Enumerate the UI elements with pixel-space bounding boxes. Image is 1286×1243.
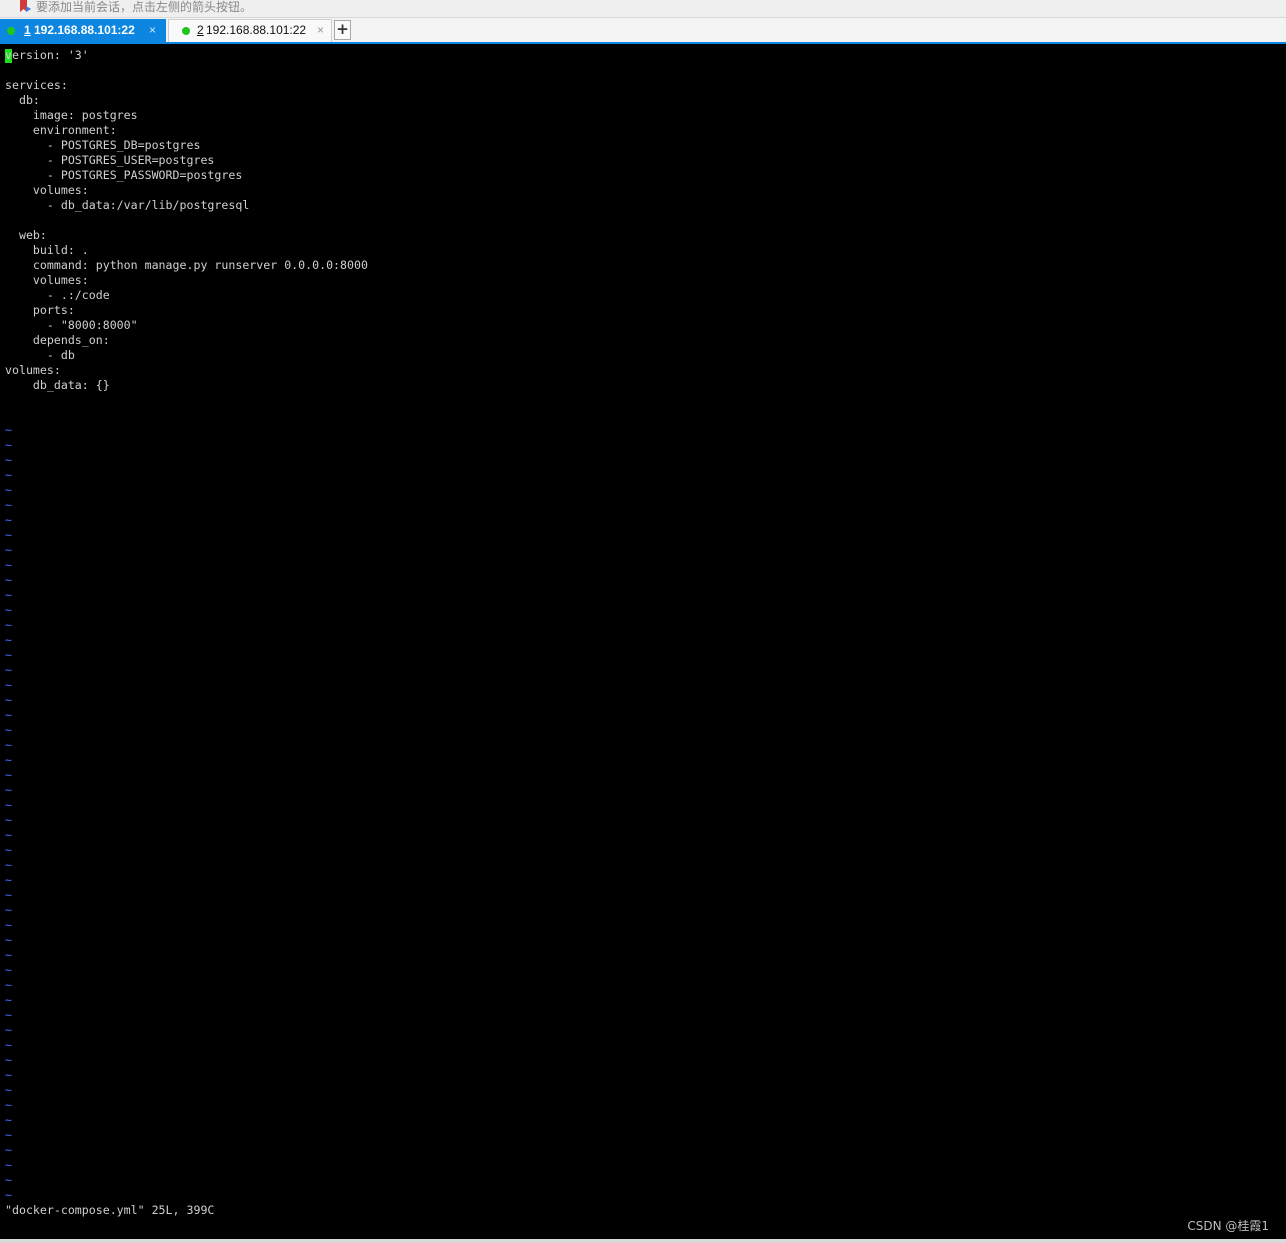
empty-line-marker: ~ bbox=[5, 948, 12, 962]
empty-line-marker: ~ bbox=[5, 843, 12, 857]
editor-line: - db bbox=[5, 348, 75, 362]
session-tab-2[interactable]: 2 192.168.88.101:22 × bbox=[168, 19, 332, 42]
editor-line: - POSTGRES_PASSWORD=postgres bbox=[5, 168, 243, 182]
empty-line-marker: ~ bbox=[5, 1188, 12, 1202]
empty-line-marker: ~ bbox=[5, 903, 12, 917]
empty-line-marker: ~ bbox=[5, 873, 12, 887]
empty-line-marker: ~ bbox=[5, 663, 12, 677]
empty-line-marker: ~ bbox=[5, 513, 12, 527]
empty-line-marker: ~ bbox=[5, 573, 12, 587]
close-icon[interactable]: × bbox=[317, 19, 324, 42]
empty-line-marker: ~ bbox=[5, 993, 12, 1007]
empty-line-marker: ~ bbox=[5, 1113, 12, 1127]
editor-line: web: bbox=[5, 228, 47, 242]
editor-line: depends_on: bbox=[5, 333, 110, 347]
empty-line-marker: ~ bbox=[5, 813, 12, 827]
editor-line: services: bbox=[5, 78, 68, 92]
editor-line: volumes: bbox=[5, 363, 61, 377]
empty-line-marker: ~ bbox=[5, 1023, 12, 1037]
empty-line-marker: ~ bbox=[5, 933, 12, 947]
terminal-vim-editor[interactable]: version: '3' services: db: image: postgre… bbox=[0, 44, 1286, 1239]
editor-line: volumes: bbox=[5, 183, 89, 197]
empty-line-marker: ~ bbox=[5, 618, 12, 632]
connected-status-icon bbox=[7, 27, 15, 35]
editor-line: image: postgres bbox=[5, 108, 138, 122]
editor-line: - POSTGRES_USER=postgres bbox=[5, 153, 215, 167]
editor-line: - .:/code bbox=[5, 288, 110, 302]
empty-line-marker: ~ bbox=[5, 1143, 12, 1157]
editor-line: version: '3' bbox=[5, 48, 89, 62]
bookmark-arrow-icon[interactable] bbox=[18, 0, 32, 14]
empty-line-marker: ~ bbox=[5, 828, 12, 842]
empty-line-marker: ~ bbox=[5, 1038, 12, 1052]
empty-line-marker: ~ bbox=[5, 558, 12, 572]
empty-line-marker: ~ bbox=[5, 438, 12, 452]
empty-line-marker: ~ bbox=[5, 798, 12, 812]
empty-line-marker: ~ bbox=[5, 1008, 12, 1022]
empty-line-marker: ~ bbox=[5, 453, 12, 467]
empty-line-marker: ~ bbox=[5, 858, 12, 872]
empty-line-marker: ~ bbox=[5, 723, 12, 737]
editor-line: environment: bbox=[5, 123, 117, 137]
session-hint-bar: 要添加当前会话，点击左侧的箭头按钮。 bbox=[0, 0, 1286, 18]
empty-line-marker: ~ bbox=[5, 1158, 12, 1172]
session-hint-text: 要添加当前会话，点击左侧的箭头按钮。 bbox=[36, 0, 253, 14]
tab-number: 2 bbox=[197, 23, 204, 37]
editor-line: build: . bbox=[5, 243, 89, 257]
empty-line-marker: ~ bbox=[5, 528, 12, 542]
watermark: CSDN @桂霞1 bbox=[1187, 1219, 1269, 1233]
empty-line-marker: ~ bbox=[5, 1053, 12, 1067]
empty-line-marker: ~ bbox=[5, 1098, 12, 1112]
empty-line-marker: ~ bbox=[5, 693, 12, 707]
empty-line-marker: ~ bbox=[5, 543, 12, 557]
empty-line-marker: ~ bbox=[5, 1173, 12, 1187]
empty-line-marker: ~ bbox=[5, 603, 12, 617]
editor-line: command: python manage.py runserver 0.0.… bbox=[5, 258, 368, 272]
empty-line-marker: ~ bbox=[5, 708, 12, 722]
empty-line-marker: ~ bbox=[5, 963, 12, 977]
empty-line-marker: ~ bbox=[5, 738, 12, 752]
empty-line-marker: ~ bbox=[5, 498, 12, 512]
empty-line-marker: ~ bbox=[5, 753, 12, 767]
editor-line: db: bbox=[5, 93, 40, 107]
empty-line-marker: ~ bbox=[5, 588, 12, 602]
new-tab-button[interactable]: + bbox=[334, 20, 351, 40]
vim-status-line: "docker-compose.yml" 25L, 399C bbox=[5, 1203, 215, 1217]
empty-line-marker: ~ bbox=[5, 1083, 12, 1097]
session-tab-bar: 1 192.168.88.101:22 × 2 192.168.88.101:2… bbox=[0, 18, 1286, 42]
editor-line: volumes: bbox=[5, 273, 89, 287]
tab-host: 192.168.88.101:22 bbox=[34, 23, 135, 37]
empty-line-marker: ~ bbox=[5, 633, 12, 647]
editor-line: ports: bbox=[5, 303, 75, 317]
empty-line-marker: ~ bbox=[5, 783, 12, 797]
empty-line-marker: ~ bbox=[5, 918, 12, 932]
empty-line-marker: ~ bbox=[5, 978, 12, 992]
tab-host: 192.168.88.101:22 bbox=[206, 23, 307, 37]
empty-line-marker: ~ bbox=[5, 648, 12, 662]
close-icon[interactable]: × bbox=[149, 19, 156, 42]
empty-line-marker: ~ bbox=[5, 678, 12, 692]
editor-line: - POSTGRES_DB=postgres bbox=[5, 138, 201, 152]
empty-line-marker: ~ bbox=[5, 1128, 12, 1142]
empty-line-marker: ~ bbox=[5, 468, 12, 482]
tab-number: 1 bbox=[24, 23, 31, 37]
empty-line-marker: ~ bbox=[5, 768, 12, 782]
editor-line: db_data: {} bbox=[5, 378, 110, 392]
window-bottom-edge bbox=[0, 1239, 1286, 1243]
editor-line: - "8000:8000" bbox=[5, 318, 138, 332]
empty-line-marker: ~ bbox=[5, 1068, 12, 1082]
empty-line-marker: ~ bbox=[5, 423, 12, 437]
editor-line: - db_data:/var/lib/postgresql bbox=[5, 198, 250, 212]
connected-status-icon bbox=[182, 27, 190, 35]
empty-line-marker: ~ bbox=[5, 483, 12, 497]
empty-line-marker: ~ bbox=[5, 888, 12, 902]
session-tab-1[interactable]: 1 192.168.88.101:22 × bbox=[0, 19, 166, 42]
